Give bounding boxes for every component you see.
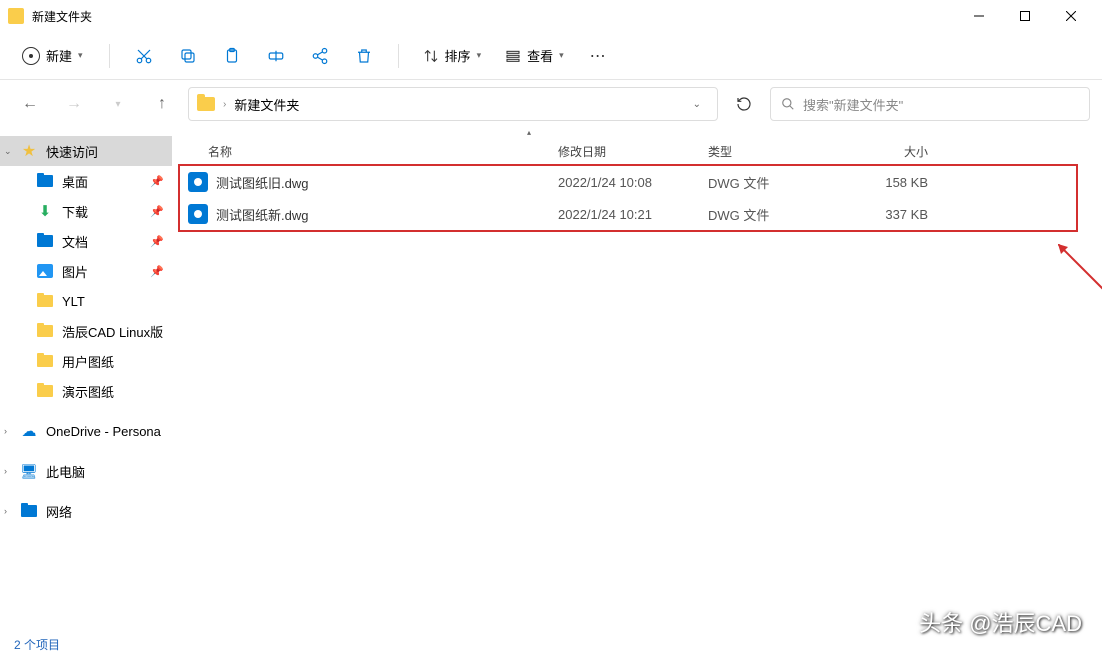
file-list: ▴ 名称 修改日期 类型 大小 测试图纸旧.dwg 2022/1/24 10:0… (172, 128, 1102, 630)
chevron-down-icon: ⌄ (4, 146, 12, 157)
chevron-down-icon: ▾ (559, 50, 564, 61)
sidebar-item-cadlinux[interactable]: 浩辰CAD Linux版 (0, 316, 172, 346)
folder-icon (37, 175, 53, 187)
column-date[interactable]: 修改日期 (558, 143, 708, 160)
folder-icon (37, 385, 53, 397)
sidebar-item-network[interactable]: › 网络 (0, 496, 172, 526)
dwg-icon (188, 172, 208, 192)
sidebar-item-desktop[interactable]: 桌面 📌 (0, 166, 172, 196)
pc-icon: 🖥 (20, 462, 38, 480)
close-button[interactable] (1048, 0, 1094, 32)
file-date: 2022/1/24 10:21 (558, 207, 708, 222)
sidebar-item-quick-access[interactable]: ⌄ ★ 快速访问 (0, 136, 172, 166)
forward-button[interactable]: → (56, 86, 92, 122)
search-placeholder: 搜索"新建文件夹" (803, 95, 903, 114)
pin-icon: 📌 (150, 175, 164, 188)
refresh-button[interactable] (726, 87, 762, 121)
recent-dropdown[interactable]: ▾ (100, 86, 136, 122)
pin-icon: 📌 (150, 235, 164, 248)
search-input[interactable]: 搜索"新建文件夹" (770, 87, 1090, 121)
sidebar-item-ylt[interactable]: YLT (0, 286, 172, 316)
maximize-button[interactable] (1002, 0, 1048, 32)
search-icon (781, 97, 795, 111)
cut-button[interactable] (126, 38, 162, 74)
file-row[interactable]: 测试图纸旧.dwg 2022/1/24 10:08 DWG 文件 158 KB (172, 166, 1102, 198)
folder-icon (8, 8, 24, 24)
file-name: 测试图纸新.dwg (216, 205, 558, 224)
address-bar[interactable]: › 新建文件夹 ⌄ (188, 87, 718, 121)
column-size[interactable]: 大小 (848, 143, 928, 160)
sidebar-item-thispc[interactable]: › 🖥 此电脑 (0, 456, 172, 486)
file-date: 2022/1/24 10:08 (558, 175, 708, 190)
navbar: ← → ▾ ↑ › 新建文件夹 ⌄ 搜索"新建文件夹" (0, 80, 1102, 128)
dwg-icon (188, 204, 208, 224)
file-size: 337 KB (848, 207, 928, 222)
file-name: 测试图纸旧.dwg (216, 173, 558, 192)
paste-button[interactable] (214, 38, 250, 74)
statusbar: 2 个项目 (0, 630, 1102, 658)
item-count: 2 个项目 (14, 636, 60, 653)
chevron-right-icon: › (4, 466, 7, 476)
chevron-right-icon: › (4, 426, 7, 436)
column-name[interactable]: 名称 (188, 143, 558, 160)
sidebar: ⌄ ★ 快速访问 桌面 📌 ⬇ 下载 📌 文档 📌 图片 📌 YLT (0, 128, 172, 630)
sidebar-item-onedrive[interactable]: › ☁ OneDrive - Persona (0, 416, 172, 446)
share-button[interactable] (302, 38, 338, 74)
sidebar-item-downloads[interactable]: ⬇ 下载 📌 (0, 196, 172, 226)
download-icon: ⬇ (36, 202, 54, 220)
window-title: 新建文件夹 (32, 8, 956, 25)
annotation-arrow (1058, 244, 1102, 294)
folder-icon (37, 325, 53, 337)
view-button[interactable]: 查看 ▾ (497, 40, 572, 71)
toolbar: 新建 ▾ 排序 ▾ 查看 ▾ ⋯ (0, 32, 1102, 80)
cloud-icon: ☁ (20, 422, 38, 440)
folder-icon (37, 235, 53, 247)
sidebar-item-userpics[interactable]: 用户图纸 (0, 346, 172, 376)
folder-icon (37, 295, 53, 307)
sidebar-item-demopics[interactable]: 演示图纸 (0, 376, 172, 406)
sort-button[interactable]: 排序 ▾ (415, 40, 490, 71)
new-label: 新建 (46, 46, 72, 65)
copy-button[interactable] (170, 38, 206, 74)
rename-button[interactable] (258, 38, 294, 74)
sort-indicator-icon: ▴ (527, 128, 531, 137)
separator-icon: › (223, 99, 226, 110)
chevron-down-icon[interactable]: ⌄ (685, 99, 709, 110)
pin-icon: 📌 (150, 205, 164, 218)
file-type: DWG 文件 (708, 205, 848, 224)
back-button[interactable]: ← (12, 86, 48, 122)
chevron-down-icon: ▾ (477, 50, 482, 61)
network-icon (21, 505, 37, 517)
chevron-down-icon: ▾ (78, 50, 83, 61)
file-size: 158 KB (848, 175, 928, 190)
column-headers: 名称 修改日期 类型 大小 (172, 136, 1102, 166)
image-icon (37, 264, 53, 278)
more-button[interactable]: ⋯ (580, 38, 616, 74)
file-type: DWG 文件 (708, 173, 848, 192)
breadcrumb[interactable]: 新建文件夹 (234, 95, 299, 114)
column-type[interactable]: 类型 (708, 143, 848, 160)
delete-button[interactable] (346, 38, 382, 74)
plus-icon (22, 47, 40, 65)
titlebar: 新建文件夹 (0, 0, 1102, 32)
up-button[interactable]: ↑ (144, 86, 180, 122)
new-button[interactable]: 新建 ▾ (12, 40, 93, 71)
minimize-button[interactable] (956, 0, 1002, 32)
chevron-right-icon: › (4, 506, 7, 516)
folder-icon (197, 97, 215, 111)
sidebar-item-documents[interactable]: 文档 📌 (0, 226, 172, 256)
folder-icon (37, 355, 53, 367)
file-row[interactable]: 测试图纸新.dwg 2022/1/24 10:21 DWG 文件 337 KB (172, 198, 1102, 230)
star-icon: ★ (20, 142, 38, 160)
sidebar-item-pictures[interactable]: 图片 📌 (0, 256, 172, 286)
view-label: 查看 (527, 46, 553, 65)
pin-icon: 📌 (150, 265, 164, 278)
sort-label: 排序 (445, 46, 471, 65)
